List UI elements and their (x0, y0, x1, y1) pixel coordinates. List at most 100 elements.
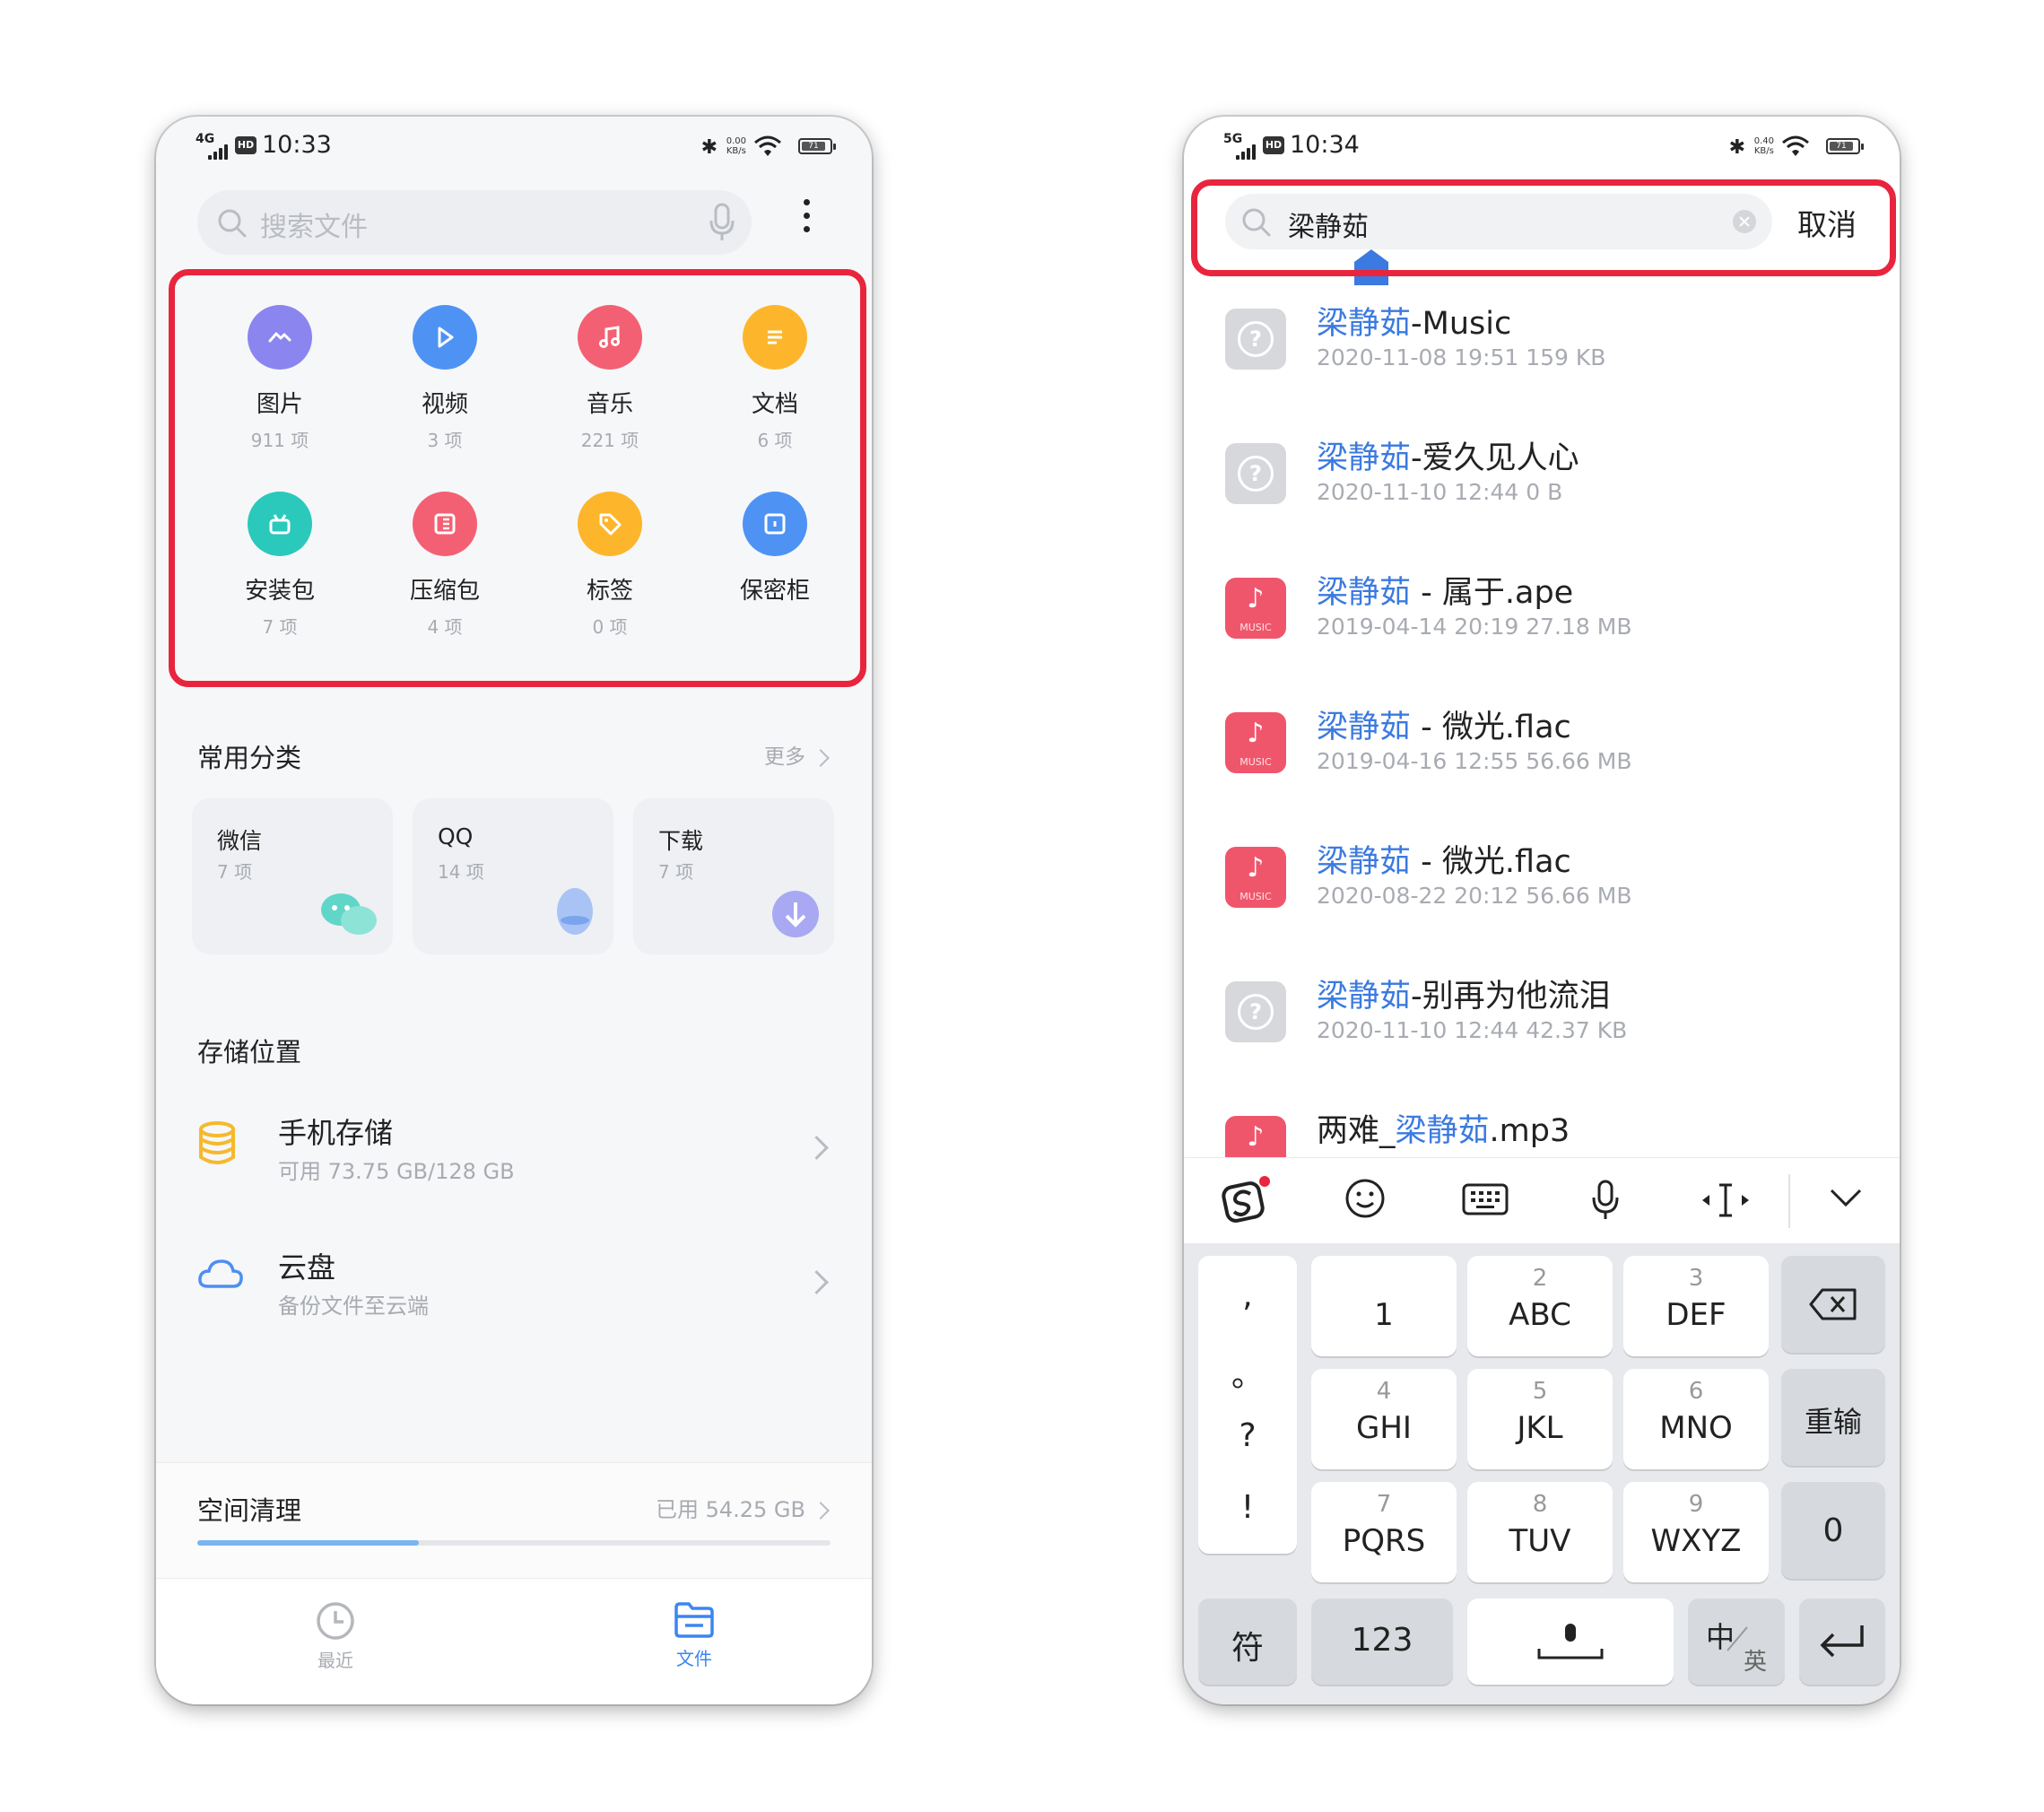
search-result-row[interactable]: ? 梁静茹-Music 2020-11-08 19:51 159 KB (1184, 292, 1900, 427)
key-digit: 4 (1376, 1378, 1392, 1405)
punctuation-column[interactable]: , 。 ? ! (1198, 1256, 1297, 1554)
card-title: 微信 (217, 828, 263, 854)
space-cleanup[interactable]: 空间清理 已用 54.25 GB (156, 1462, 872, 1580)
highlighted-match: 梁静茹 (1395, 1113, 1490, 1149)
t9-key[interactable]: 1 (1311, 1256, 1457, 1356)
category-count: 7 项 (262, 616, 298, 638)
bluetooth-icon: ✱ (700, 136, 718, 159)
tab-recent[interactable]: 最近 (246, 1600, 425, 1672)
tag-icon (578, 492, 642, 556)
category-count: 221 项 (580, 430, 639, 451)
t9-key[interactable]: 2 ABC (1467, 1256, 1613, 1356)
more-link[interactable]: 更多 (764, 739, 830, 770)
result-filename: 两难_梁静茹.mp3 (1317, 1113, 1570, 1149)
storage-section-title: 存储位置 (197, 1037, 302, 1067)
result-meta: 2020-11-08 19:51 159 KB (1317, 344, 1606, 370)
common-section-title: 常用分类 (197, 743, 302, 773)
result-meta: 2020-11-10 12:44 0 B (1317, 479, 1563, 505)
highlighted-match: 梁静茹 (1317, 575, 1412, 611)
reenter-key[interactable]: 重输 (1781, 1369, 1885, 1466)
voice-input-icon[interactable] (1579, 1176, 1632, 1226)
punct-question[interactable]: ? (1198, 1417, 1297, 1454)
phone-storage-item[interactable]: 手机存储 可用 73.75 GB/128 GB (156, 1094, 872, 1202)
search-placeholder: 搜索文件 (260, 212, 368, 243)
play-icon (413, 305, 477, 370)
category-tags[interactable]: 标签 0 项 (527, 492, 692, 639)
t9-key[interactable]: 9 WXYZ (1623, 1482, 1769, 1582)
highlighted-match: 梁静茹 (1317, 306, 1412, 342)
bottom-tab-bar: 最近 文件 (156, 1578, 872, 1704)
emoji-icon[interactable] (1338, 1176, 1392, 1226)
tab-files[interactable]: 文件 (605, 1600, 784, 1670)
t9-key[interactable]: 4 GHI (1311, 1369, 1457, 1469)
battery-icon: 71 (1826, 138, 1864, 154)
tab-label: 文件 (676, 1648, 712, 1669)
category-safe[interactable]: 保密柜 (692, 492, 857, 613)
key-letters: TUV (1509, 1523, 1571, 1559)
sogou-logo-icon[interactable] (1218, 1176, 1272, 1226)
storage-detail: 可用 73.75 GB/128 GB (278, 1159, 515, 1184)
category-count: 3 项 (427, 430, 463, 451)
punct-exclaim[interactable]: ! (1198, 1489, 1297, 1526)
enter-key[interactable] (1799, 1599, 1885, 1685)
status-bar: 5G HD 10:34 ✱ 0.40 KB/s 71 (1184, 117, 1900, 179)
search-result-row[interactable]: ♪ MUSIC 梁静茹 - 微光.flac 2019-04-16 12:55 56.6… (1184, 696, 1900, 831)
search-input[interactable]: 搜索文件 (197, 190, 752, 255)
toolbar-divider (1788, 1174, 1790, 1228)
category-archives[interactable]: 压缩包 4 项 (362, 492, 527, 639)
punct-period[interactable]: 。 (1198, 1349, 1297, 1396)
t9-key[interactable]: 8 TUV (1467, 1482, 1613, 1582)
highlighted-match: 梁静茹 (1317, 440, 1412, 476)
collapse-keyboard-icon[interactable] (1819, 1176, 1873, 1226)
search-result-row[interactable]: ? 梁静茹-别再为他流泪 2020-11-10 12:44 42.37 KB (1184, 965, 1900, 1100)
cursor-move-icon[interactable] (1699, 1176, 1753, 1226)
search-result-row[interactable]: ♪ MUSIC 梁静茹 - 属于.ape 2019-04-14 20:19 27.18… (1184, 562, 1900, 696)
language-switch-key[interactable]: 中 英 (1688, 1599, 1785, 1685)
chevron-right-icon (812, 748, 830, 767)
symbols-key[interactable]: 符 (1198, 1599, 1297, 1685)
keyboard-icon[interactable] (1458, 1176, 1512, 1226)
cloud-storage-item[interactable]: 云盘 备份文件至云端 (156, 1229, 872, 1337)
zero-key[interactable]: 0 (1781, 1482, 1885, 1579)
search-result-row[interactable]: ? 梁静茹-爱久见人心 2020-11-10 12:44 0 B (1184, 427, 1900, 562)
category-label: 标签 (586, 578, 633, 605)
card-count: 14 项 (438, 861, 484, 883)
search-result-row[interactable]: ♪ MUSIC 梁静茹 - 微光.flac 2020-08-22 20:12 56.6… (1184, 831, 1900, 965)
backspace-key[interactable] (1781, 1256, 1885, 1353)
space-mic-icon (1537, 1624, 1604, 1660)
key-digit: 6 (1688, 1378, 1704, 1405)
result-meta: 2019-04-16 12:55 56.66 MB (1317, 748, 1632, 774)
qq-icon (557, 888, 593, 935)
t9-key[interactable]: 5 JKL (1467, 1369, 1613, 1469)
numbers-key[interactable]: 123 (1311, 1599, 1453, 1685)
quick-card-qq[interactable]: QQ 14 项 (413, 798, 613, 954)
category-music[interactable]: 音乐 221 项 (527, 305, 692, 452)
tab-label: 最近 (317, 1650, 353, 1671)
category-label: 音乐 (586, 391, 633, 418)
result-filename: 梁静茹 - 属于.ape (1317, 575, 1574, 611)
highlighted-match: 梁静茹 (1317, 710, 1412, 745)
download-icon (772, 891, 819, 937)
t9-key[interactable]: 6 MNO (1623, 1369, 1769, 1469)
punct-comma[interactable]: , (1198, 1277, 1297, 1314)
microphone-icon[interactable] (709, 203, 735, 242)
storage-name: 云盘 (278, 1250, 336, 1285)
wifi-icon (754, 135, 781, 156)
music-file-icon: ♪MUSIC (1225, 578, 1286, 639)
quick-card-download[interactable]: 下载 7 项 (633, 798, 834, 954)
t9-keyboard: , 。 ? ! 1 2 ABC 3 DEF 4 GHI 5 JKL 6 MNO 7 PQRS 8 TUV 9 W… (1184, 1243, 1900, 1704)
wifi-icon (1782, 135, 1809, 156)
t9-key[interactable]: 3 DEF (1623, 1256, 1769, 1356)
category-apks[interactable]: 安装包 7 项 (197, 492, 362, 639)
category-documents[interactable]: 文档 6 项 (692, 305, 857, 452)
t9-key[interactable]: 7 PQRS (1311, 1482, 1457, 1582)
network-speed: 0.40 KB/s (1753, 136, 1774, 156)
category-count: 4 项 (427, 616, 463, 638)
category-images[interactable]: 图片 911 项 (197, 305, 362, 452)
cleanup-used: 已用 54.25 GB (656, 1492, 830, 1523)
more-options-icon[interactable] (800, 199, 813, 244)
space-key[interactable] (1467, 1599, 1674, 1685)
category-videos[interactable]: 视频 3 项 (362, 305, 527, 452)
cloud-icon (198, 1259, 243, 1288)
quick-card-wechat[interactable]: 微信 7 项 (192, 798, 393, 954)
